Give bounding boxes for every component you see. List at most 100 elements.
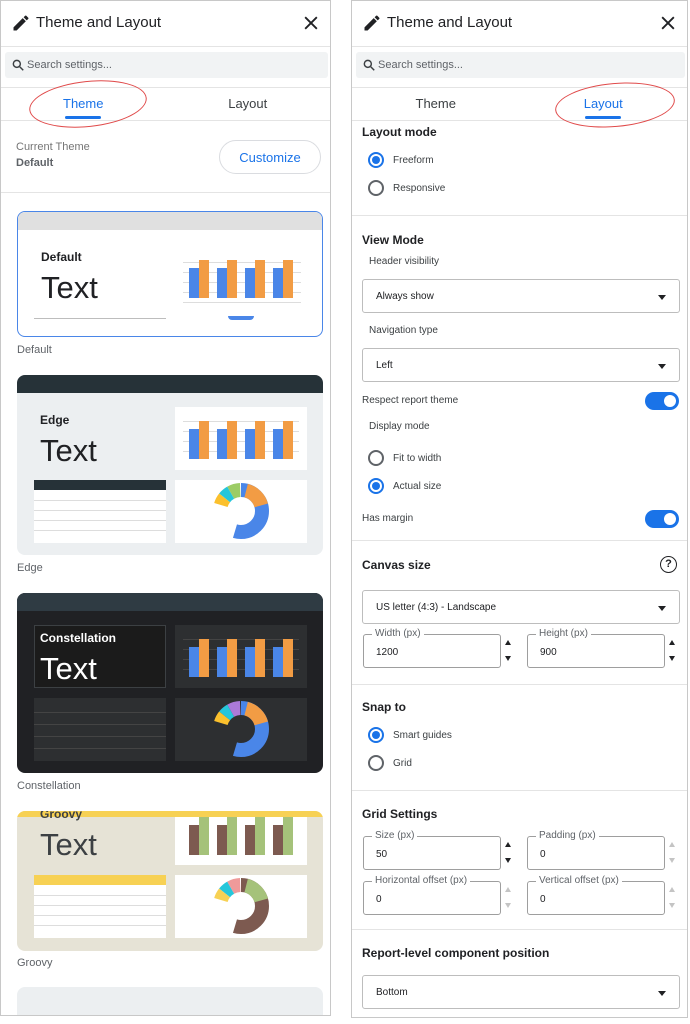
divider — [352, 929, 687, 930]
card-sample-text: Text — [40, 827, 97, 862]
vertical-offset-field[interactable]: Vertical offset (px) 0 — [527, 875, 665, 915]
radio-fit-to-width[interactable] — [368, 450, 384, 466]
width-stepper[interactable] — [504, 636, 514, 666]
table-thumb — [34, 875, 166, 938]
card-header-bar — [18, 212, 322, 230]
navigation-type-select[interactable]: Left — [362, 348, 680, 382]
radio-freeform[interactable] — [368, 152, 384, 168]
grid-size-field[interactable]: Size (px) 50 — [363, 830, 501, 870]
select-value: Bottom — [376, 987, 408, 998]
theme-card-default[interactable]: Default Text — [17, 211, 323, 337]
tab-theme[interactable]: Theme — [352, 88, 520, 121]
field-label: Height (px) — [536, 628, 591, 639]
divider — [352, 684, 687, 685]
snap-to-title: Snap to — [362, 700, 406, 714]
search-icon — [363, 59, 375, 71]
field-label: Horizontal offset (px) — [372, 875, 471, 886]
bar-chart-thumb — [175, 625, 307, 688]
radio-responsive[interactable] — [368, 180, 384, 196]
search-icon — [12, 59, 24, 71]
vertical-offset-stepper[interactable] — [668, 883, 678, 913]
component-position-select[interactable]: Bottom — [362, 975, 680, 1009]
donut-thumb — [175, 698, 307, 761]
search-input[interactable] — [378, 52, 658, 78]
close-icon[interactable] — [658, 13, 678, 33]
view-mode-title: View Mode — [362, 233, 424, 247]
card-sample-text: Text — [40, 651, 97, 686]
height-stepper[interactable] — [668, 636, 678, 666]
layout-mode-title: Layout mode — [362, 125, 437, 139]
field-value: 50 — [376, 849, 388, 860]
bar-chart-thumb — [175, 407, 307, 470]
search-bar — [356, 52, 685, 78]
horizontal-offset-field[interactable]: Horizontal offset (px) 0 — [363, 875, 501, 915]
layout-panel: Theme and Layout Theme Layout Layout mod… — [351, 0, 688, 1018]
field-value: 0 — [376, 894, 382, 905]
search-input[interactable] — [27, 52, 307, 78]
field-label: Padding (px) — [536, 830, 599, 841]
divider — [1, 192, 330, 193]
theme-card-constellation[interactable]: Constellation Text — [17, 593, 323, 773]
radio-label: Grid — [393, 758, 412, 769]
table-thumb — [34, 698, 166, 761]
select-value: Left — [376, 360, 393, 371]
table-thumb — [34, 480, 166, 543]
card-sample-text: Text — [41, 270, 98, 305]
radio-grid[interactable] — [368, 755, 384, 771]
theme-card-edge[interactable]: Edge Text — [17, 375, 323, 555]
search-bar — [5, 52, 328, 78]
grid-settings-title: Grid Settings — [362, 807, 438, 821]
radio-actual-size[interactable] — [368, 478, 384, 494]
tab-theme[interactable]: Theme — [1, 88, 166, 121]
theme-panel: Theme and Layout Theme Layout Current Th… — [0, 0, 331, 1016]
divider — [352, 215, 687, 216]
customize-button[interactable]: Customize — [219, 140, 321, 174]
theme-card-partial[interactable] — [17, 987, 323, 1015]
card-label-default: Default — [17, 344, 52, 356]
radio-smart-guides[interactable] — [368, 727, 384, 743]
donut-thumb — [175, 875, 307, 938]
header-visibility-select[interactable]: Always show — [362, 279, 680, 313]
card-theme-name: Constellation — [40, 631, 117, 645]
padding-field[interactable]: Padding (px) 0 — [527, 830, 665, 870]
caret-down-icon — [658, 606, 666, 611]
tab-bar: Theme Layout — [1, 87, 330, 121]
width-field[interactable]: Width (px) 1200 — [363, 628, 501, 668]
close-icon[interactable] — [301, 13, 321, 33]
padding-stepper[interactable] — [668, 838, 678, 868]
has-margin-toggle[interactable] — [645, 510, 679, 528]
card-header-bar — [17, 593, 323, 611]
help-icon[interactable]: ? — [660, 556, 677, 573]
theme-card-groovy[interactable]: Groovy Text — [17, 811, 323, 951]
tab-layout[interactable]: Layout — [520, 88, 688, 121]
radio-label: Fit to width — [393, 453, 442, 464]
field-label: Size (px) — [372, 830, 418, 841]
divider — [352, 790, 687, 791]
tab-layout[interactable]: Layout — [166, 88, 331, 121]
donut-thumb — [175, 480, 307, 543]
bar-chart-thumb — [183, 256, 301, 306]
height-field[interactable]: Height (px) 900 — [527, 628, 665, 668]
field-label: Vertical offset (px) — [536, 875, 622, 886]
horizontal-offset-stepper[interactable] — [504, 883, 514, 913]
has-margin-label: Has margin — [362, 513, 414, 524]
caret-down-icon — [658, 295, 666, 300]
card-label-edge: Edge — [17, 562, 43, 574]
header-visibility-label: Header visibility — [369, 256, 440, 267]
select-value: US letter (4:3) - Landscape — [376, 602, 497, 613]
current-theme: Current Theme Default — [16, 141, 90, 169]
respect-theme-toggle[interactable] — [645, 392, 679, 410]
field-value: 0 — [540, 894, 546, 905]
card-theme-name: Edge — [40, 413, 70, 427]
canvas-size-select[interactable]: US letter (4:3) - Landscape — [362, 590, 680, 624]
field-value: 900 — [540, 647, 557, 658]
field-value: 1200 — [376, 647, 399, 658]
select-value: Always show — [376, 291, 434, 302]
respect-theme-label: Respect report theme — [362, 395, 459, 406]
navigation-type-label: Navigation type — [369, 325, 438, 336]
card-header-bar — [17, 375, 323, 393]
field-value: 0 — [540, 849, 546, 860]
grid-size-stepper[interactable] — [504, 838, 514, 868]
panel-header: Theme and Layout — [352, 1, 687, 47]
card-label-constellation: Constellation — [17, 780, 81, 792]
